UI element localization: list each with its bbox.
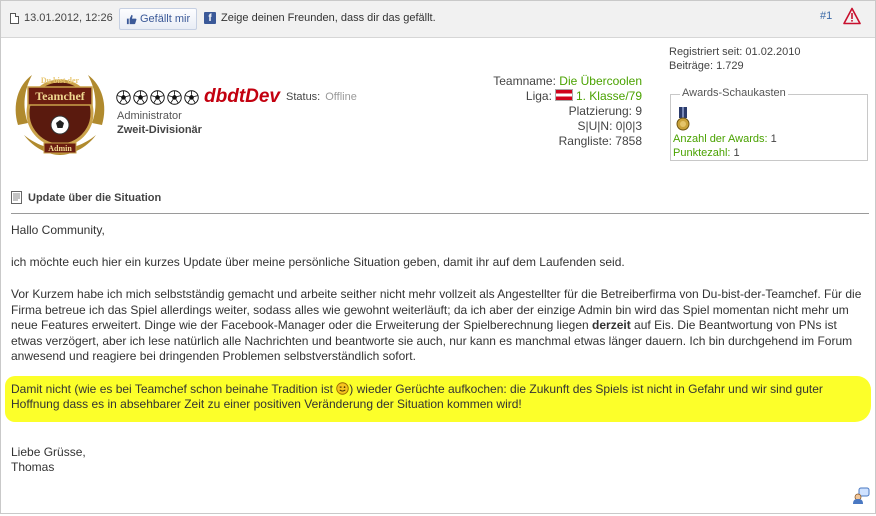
ranking: Rangliste: 7858	[558, 134, 642, 148]
post-header: 13.01.2012, 12:26 Gefällt mir f Zeige de…	[1, 1, 875, 38]
username-link[interactable]: dbdtDev	[204, 86, 280, 108]
avatar-text-top: Du bist der	[41, 76, 80, 85]
forum-post: 13.01.2012, 12:26 Gefällt mir f Zeige de…	[0, 0, 876, 514]
closing: Liebe Grüsse,	[11, 444, 86, 459]
austria-flag-icon	[554, 89, 573, 101]
record: S|U|N: 0|0|3	[577, 119, 643, 133]
liga-label: Liga:	[525, 89, 552, 103]
teamname-label: Teamname:	[493, 74, 556, 88]
teamname-link[interactable]: Die Übercoolen	[559, 74, 642, 88]
title-divider	[11, 213, 869, 214]
teamname-row: Teamname: Die Übercoolen	[493, 74, 642, 89]
facebook-share-text: f Zeige deinen Freunden, dass dir das ge…	[204, 12, 436, 24]
awards-legend: Awards-Schaukasten	[680, 87, 788, 99]
award-count: Anzahl der Awards: 1	[673, 133, 777, 145]
liga-link[interactable]: 1. Klasse/79	[576, 89, 642, 103]
like-label: Gefällt mir	[140, 13, 191, 25]
soccer-ball-icon	[184, 89, 199, 105]
report-warning-icon[interactable]	[843, 7, 861, 25]
main-paragraph: Vor Kurzem habe ich mich selbstständig g…	[11, 287, 862, 363]
facebook-like-button[interactable]: Gefällt mir	[119, 8, 198, 30]
quote-reply-icon[interactable]	[852, 487, 870, 505]
soccer-ball-icon	[116, 89, 131, 105]
avatar-text-bottom: Admin	[48, 144, 72, 153]
registered-since: Registriert seit: 01.02.2010	[669, 46, 801, 58]
intro-paragraph: ich möchte euch hier ein kurzes Update ü…	[11, 254, 625, 269]
rank-balls	[116, 89, 199, 105]
bold-word: derzeit	[592, 318, 631, 332]
post-title-row: Update über die Situation	[11, 191, 161, 204]
signature: Thomas	[11, 460, 55, 474]
facebook-icon: f	[204, 12, 216, 24]
award-points: Punktezahl: 1	[673, 147, 740, 159]
user-avatar[interactable]: Du bist der Teamchef Admin	[10, 65, 110, 160]
document-icon	[10, 12, 19, 24]
greeting: Hallo Community,	[11, 223, 105, 237]
user-role: Administrator	[117, 110, 182, 122]
post-title: Update über die Situation	[28, 191, 162, 204]
soccer-ball-icon	[167, 89, 182, 105]
post-title-icon	[11, 191, 22, 204]
highlighted-paragraph: Damit nicht (wie es bei Teamchef schon b…	[5, 375, 871, 422]
share-text: Zeige deinen Freunden, dass dir das gefä…	[221, 12, 436, 24]
post-number-link[interactable]: #1	[820, 10, 832, 22]
team-info: Teamname: Die Übercoolen Liga: 1. Klasse/…	[493, 74, 642, 149]
user-division: Zweit-Divisionär	[117, 124, 202, 136]
post-date: 13.01.2012, 12:26	[10, 12, 113, 24]
post-date-text: 13.01.2012, 12:26	[24, 12, 113, 24]
post-count: Beiträge: 1.729	[669, 60, 744, 72]
status-label: Status:	[286, 91, 321, 103]
soccer-ball-icon	[133, 89, 148, 105]
user-line: dbdtDev Status: Offline	[116, 86, 357, 108]
thumbs-up-icon	[126, 14, 137, 24]
post-body: Hallo Community, ich möchte euch hier ei…	[5, 223, 871, 476]
liga-row: Liga: 1. Klasse/79	[493, 89, 642, 104]
medal-icon[interactable]	[676, 107, 690, 131]
awards-box: Awards-Schaukasten Anzahl der Awards: 1 …	[670, 87, 868, 161]
soccer-ball-icon	[150, 89, 165, 105]
placement: Platzierung: 9	[568, 104, 642, 118]
avatar-text-mid: Teamchef	[35, 89, 86, 103]
wink-smiley-icon	[336, 381, 350, 395]
status-value: Offline	[325, 91, 357, 103]
registration-info: Registriert seit: 01.02.2010 Beiträge: 1…	[669, 45, 800, 73]
